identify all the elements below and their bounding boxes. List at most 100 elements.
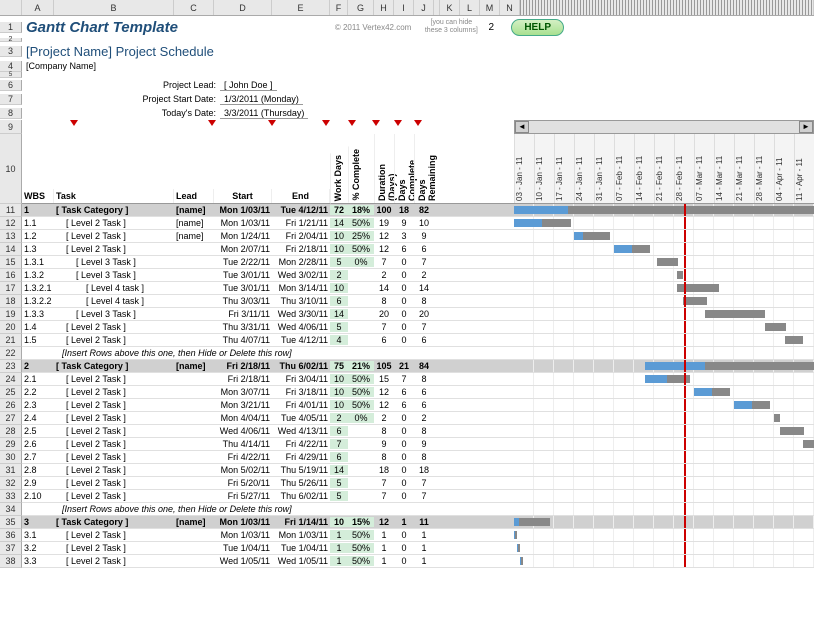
row-header[interactable]: 37 [0,542,22,555]
days-complete-cell[interactable]: 0 [394,296,414,306]
workdays-cell[interactable]: 1 [330,530,348,540]
task-row[interactable]: 3.3[ Level 2 Task ]Wed 1/05/11Wed 1/05/1… [22,555,434,568]
task-cell[interactable]: [ Level 2 Task ] [54,465,174,475]
duration-cell[interactable]: 7 [374,257,394,267]
end-cell[interactable]: Mon 2/28/11 [272,257,330,267]
task-row[interactable]: 2.4[ Level 2 Task ]Mon 4/04/11Tue 4/05/1… [22,412,434,425]
end-cell[interactable]: Wed 1/05/11 [272,556,330,566]
col-D[interactable]: D [214,0,272,15]
scroll-left-icon[interactable]: ◄ [515,121,529,133]
days-remaining-cell[interactable]: 84 [414,361,434,371]
start-cell[interactable]: Wed 4/06/11 [214,426,272,436]
days-complete-cell[interactable]: 0 [394,452,414,462]
days-complete-cell[interactable]: 9 [394,218,414,228]
col-I[interactable]: I [394,0,414,15]
col-N[interactable]: N [500,0,520,15]
wbs-cell[interactable]: 2.4 [22,413,54,423]
days-remaining-cell[interactable]: 9 [414,439,434,449]
end-cell[interactable]: Fri 1/21/11 [272,218,330,228]
row-header[interactable]: 18 [0,295,22,308]
start-cell[interactable]: Thu 4/14/11 [214,439,272,449]
task-cell[interactable]: [ Level 2 Task ] [54,413,174,423]
days-remaining-cell[interactable]: 14 [414,283,434,293]
row-header-5[interactable]: 5 [0,72,22,78]
project-lead-value[interactable]: [ John Doe ] [220,80,277,91]
wbs-cell[interactable]: 2.6 [22,439,54,449]
task-row[interactable]: 2.10[ Level 2 Task ]Fri 5/27/11Thu 6/02/… [22,490,434,503]
end-cell[interactable]: Tue 4/12/11 [272,205,330,215]
duration-cell[interactable]: 12 [374,244,394,254]
duration-cell[interactable]: 9 [374,439,394,449]
task-cell[interactable]: [ Level 3 Task ] [54,257,174,267]
workdays-cell[interactable]: 1 [330,543,348,553]
col-M[interactable]: M [480,0,500,15]
task-cell[interactable]: [ Level 2 Task ] [54,374,174,384]
days-complete-cell[interactable]: 18 [394,205,414,215]
days-complete-cell[interactable]: 1 [394,517,414,527]
pct-cell[interactable]: 50% [348,556,374,566]
duration-cell[interactable]: 8 [374,296,394,306]
end-cell[interactable]: Mon 3/14/11 [272,283,330,293]
category-row[interactable]: 2[ Task Category ][name]Fri 2/18/11Thu 6… [22,360,434,373]
duration-cell[interactable]: 8 [374,426,394,436]
workdays-cell[interactable]: 5 [330,478,348,488]
start-cell[interactable]: Fri 5/27/11 [214,491,272,501]
days-remaining-cell[interactable]: 6 [414,335,434,345]
task-row[interactable]: 2.6[ Level 2 Task ]Thu 4/14/11Fri 4/22/1… [22,438,434,451]
row-header[interactable]: 25 [0,386,22,399]
days-complete-cell[interactable]: 0 [394,413,414,423]
category-row[interactable]: 3[ Task Category ][name]Mon 1/03/11Fri 1… [22,516,434,529]
task-cell[interactable]: [ Level 3 Task ] [54,309,174,319]
task-cell[interactable]: [ Level 2 Task ] [54,439,174,449]
start-cell[interactable]: Mon 1/03/11 [214,205,272,215]
days-complete-cell[interactable]: 0 [394,270,414,280]
col-B[interactable]: B [54,0,174,15]
days-remaining-cell[interactable]: 6 [414,244,434,254]
days-remaining-cell[interactable]: 2 [414,270,434,280]
task-row[interactable]: 1.3.2.2[ Level 4 task ]Thu 3/03/11Thu 3/… [22,295,434,308]
row-header[interactable]: 21 [0,334,22,347]
task-row[interactable]: 2.2[ Level 2 Task ]Mon 3/07/11Fri 3/18/1… [22,386,434,399]
task-cell[interactable]: [ Level 2 Task ] [54,530,174,540]
workdays-cell[interactable]: 75 [330,361,348,371]
start-cell[interactable]: Tue 1/04/11 [214,543,272,553]
end-cell[interactable]: Wed 4/13/11 [272,426,330,436]
row-header-10[interactable]: 10 [0,134,22,204]
wbs-cell[interactable]: 3 [22,517,54,527]
row-header[interactable]: 27 [0,412,22,425]
duration-cell[interactable]: 1 [374,530,394,540]
end-cell[interactable]: Thu 3/10/11 [272,296,330,306]
pct-cell[interactable]: 50% [348,530,374,540]
row-header[interactable]: 19 [0,308,22,321]
days-complete-cell[interactable]: 6 [394,387,414,397]
end-cell[interactable]: Wed 3/02/11 [272,270,330,280]
pct-cell[interactable]: 0% [348,257,374,267]
workdays-cell[interactable]: 5 [330,257,348,267]
days-remaining-cell[interactable]: 10 [414,218,434,228]
workdays-cell[interactable]: 72 [330,205,348,215]
duration-cell[interactable]: 2 [374,270,394,280]
task-row[interactable]: 2.3[ Level 2 Task ]Mon 3/21/11Fri 4/01/1… [22,399,434,412]
lead-cell[interactable]: [name] [174,218,214,228]
duration-cell[interactable]: 8 [374,452,394,462]
wbs-cell[interactable]: 2 [22,361,54,371]
task-cell[interactable]: [ Level 3 Task ] [54,270,174,280]
duration-cell[interactable]: 1 [374,556,394,566]
row-header-8[interactable]: 8 [0,108,22,119]
workdays-cell[interactable]: 4 [330,335,348,345]
row-header[interactable]: 11 [0,204,22,217]
days-complete-cell[interactable]: 6 [394,244,414,254]
workdays-cell[interactable]: 5 [330,322,348,332]
duration-cell[interactable]: 12 [374,517,394,527]
row-header-2[interactable]: 2 [0,38,22,42]
row-header[interactable]: 22 [0,347,22,360]
end-cell[interactable]: Tue 4/05/11 [272,413,330,423]
duration-cell[interactable]: 12 [374,400,394,410]
days-complete-cell[interactable]: 0 [394,439,414,449]
workdays-cell[interactable]: 10 [330,517,348,527]
row-header[interactable]: 12 [0,217,22,230]
end-cell[interactable]: Fri 4/01/11 [272,400,330,410]
task-cell[interactable]: [ Level 2 Task ] [54,400,174,410]
workdays-cell[interactable]: 6 [330,452,348,462]
end-cell[interactable]: Fri 2/04/11 [272,231,330,241]
